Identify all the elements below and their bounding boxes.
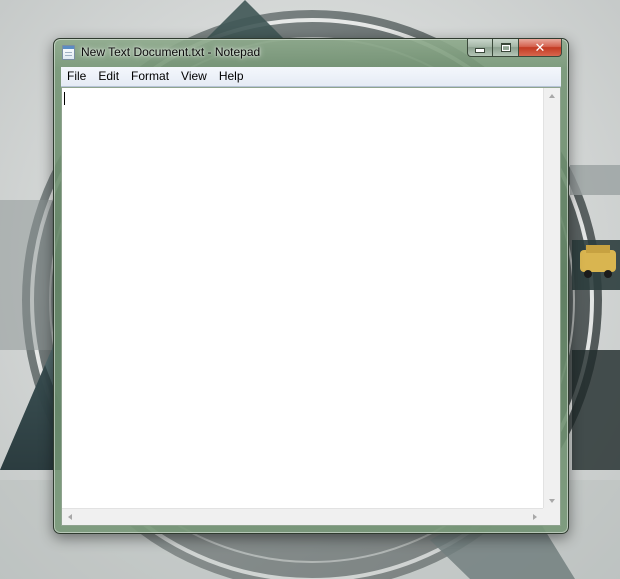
notepad-icon-line [65,52,72,53]
maximize-button[interactable] [493,39,519,57]
menu-file[interactable]: File [61,67,92,86]
title-bar[interactable]: New Text Document.txt - Notepad ✕ [54,39,568,67]
minimize-icon [475,48,485,53]
menu-help[interactable]: Help [213,67,250,86]
notepad-window[interactable]: New Text Document.txt - Notepad ✕ File E… [53,38,569,534]
menu-view[interactable]: View [175,67,213,86]
scrollbar-corner [543,508,560,525]
menu-edit[interactable]: Edit [92,67,125,86]
text-editor[interactable] [61,87,561,526]
vertical-scrollbar[interactable] [543,88,560,509]
horizontal-scrollbar[interactable] [62,508,543,525]
close-button[interactable]: ✕ [519,39,562,57]
scroll-right-icon[interactable] [533,514,537,520]
maximize-icon [500,43,511,52]
notepad-icon-line [65,55,72,56]
text-caret [64,92,65,105]
scroll-left-icon[interactable] [68,514,72,520]
scroll-down-icon[interactable] [549,499,555,503]
minimize-button[interactable] [467,39,493,57]
scroll-up-icon[interactable] [549,94,555,98]
notepad-icon[interactable] [62,45,75,60]
menu-bar: File Edit Format View Help [61,67,561,87]
window-title: New Text Document.txt - Notepad [81,45,261,59]
menu-format[interactable]: Format [125,67,175,86]
close-icon: ✕ [534,40,546,55]
caption-buttons: ✕ [467,39,562,58]
